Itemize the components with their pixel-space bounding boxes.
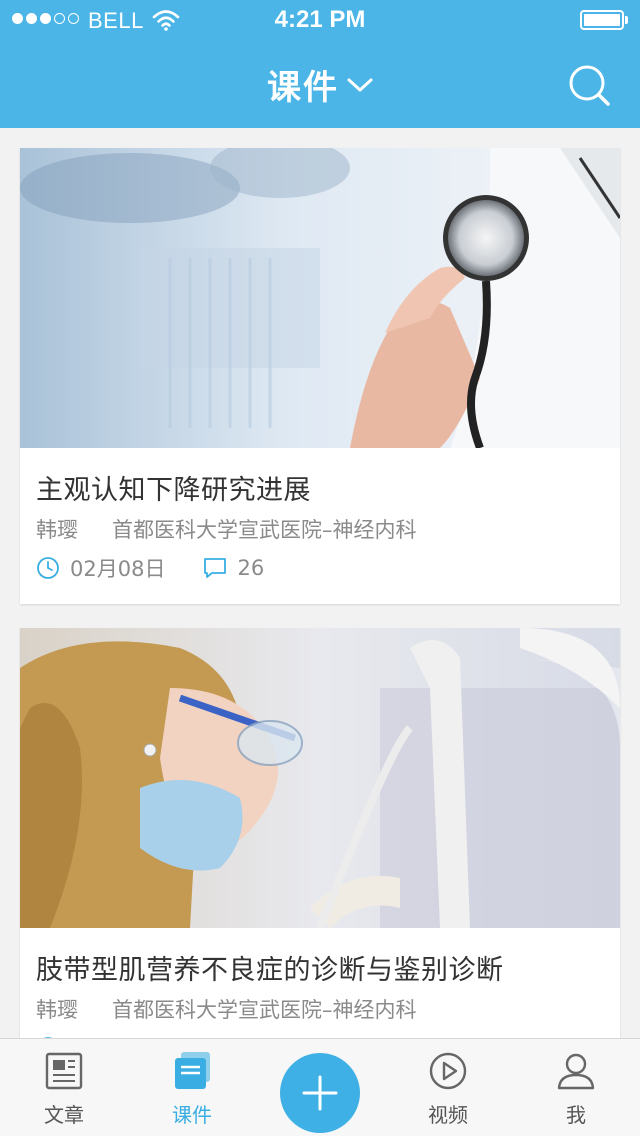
article-icon: [45, 1052, 83, 1090]
create-button[interactable]: [280, 1053, 360, 1133]
institution-name: 首都医科大学宣武医院–神经内科: [112, 998, 417, 1022]
comment-count: 26: [237, 556, 265, 580]
status-time: 4:21 PM: [274, 6, 366, 33]
course-meta: 韩璎 首都医科大学宣武医院–神经内科: [36, 514, 417, 544]
clock-icon: [37, 557, 59, 579]
courseware-icon: [175, 1052, 210, 1089]
courseware-feed: 主观认知下降研究进展 韩璎首都医科大学宣武医院–神经内科 02月08日 26: [0, 128, 640, 1038]
author-name: 韩璎: [36, 998, 78, 1022]
course-title: 肢带型肌营养不良症的诊断与鉴别诊断: [36, 955, 504, 986]
course-thumbnail: [20, 148, 620, 448]
dentist-mask-photo: [20, 628, 620, 928]
course-card[interactable]: 主观认知下降研究进展 韩璎 首都医科大学宣武医院–神经内科 02月08日 26: [20, 148, 620, 604]
author-name: 韩璎: [36, 518, 78, 542]
app-header: BELL 4:21 PM 课件: [0, 0, 640, 128]
bottom-tab-bar: 文章 课件 视频 我: [0, 1038, 640, 1136]
page-title: 课件: [267, 67, 339, 108]
course-stats: 02月08日 26: [36, 554, 264, 582]
search-icon[interactable]: [566, 62, 614, 110]
play-icon: [429, 1052, 467, 1090]
course-thumbnail: [20, 628, 620, 928]
chevron-down-icon: [347, 78, 373, 92]
category-dropdown[interactable]: 课件: [0, 62, 640, 108]
institution-name: 首都医科大学宣武医院–神经内科: [112, 518, 417, 542]
tab-label: 视频: [428, 1103, 468, 1127]
tab-label: 文章: [44, 1103, 84, 1127]
tab-label: 课件: [172, 1103, 212, 1127]
battery-icon: [580, 10, 628, 30]
publish-date: 02月08日: [70, 557, 166, 581]
doctor-stethoscope-photo: [20, 148, 620, 448]
tab-courseware[interactable]: 课件: [152, 1051, 232, 1128]
tab-articles[interactable]: 文章: [24, 1051, 104, 1128]
plus-icon: [302, 1075, 338, 1111]
comment-icon: [204, 558, 227, 578]
course-card[interactable]: 肢带型肌营养不良症的诊断与鉴别诊断 韩璎 首都医科大学宣武医院–神经内科: [20, 628, 620, 1038]
tab-label: 我: [566, 1103, 586, 1127]
course-meta: 韩璎 首都医科大学宣武医院–神经内科: [36, 994, 417, 1024]
tab-video[interactable]: 视频: [408, 1051, 488, 1128]
status-bar: BELL 4:21 PM: [0, 0, 640, 40]
course-title: 主观认知下降研究进展: [36, 475, 311, 506]
user-icon: [557, 1053, 595, 1090]
tab-me[interactable]: 我: [536, 1051, 616, 1128]
